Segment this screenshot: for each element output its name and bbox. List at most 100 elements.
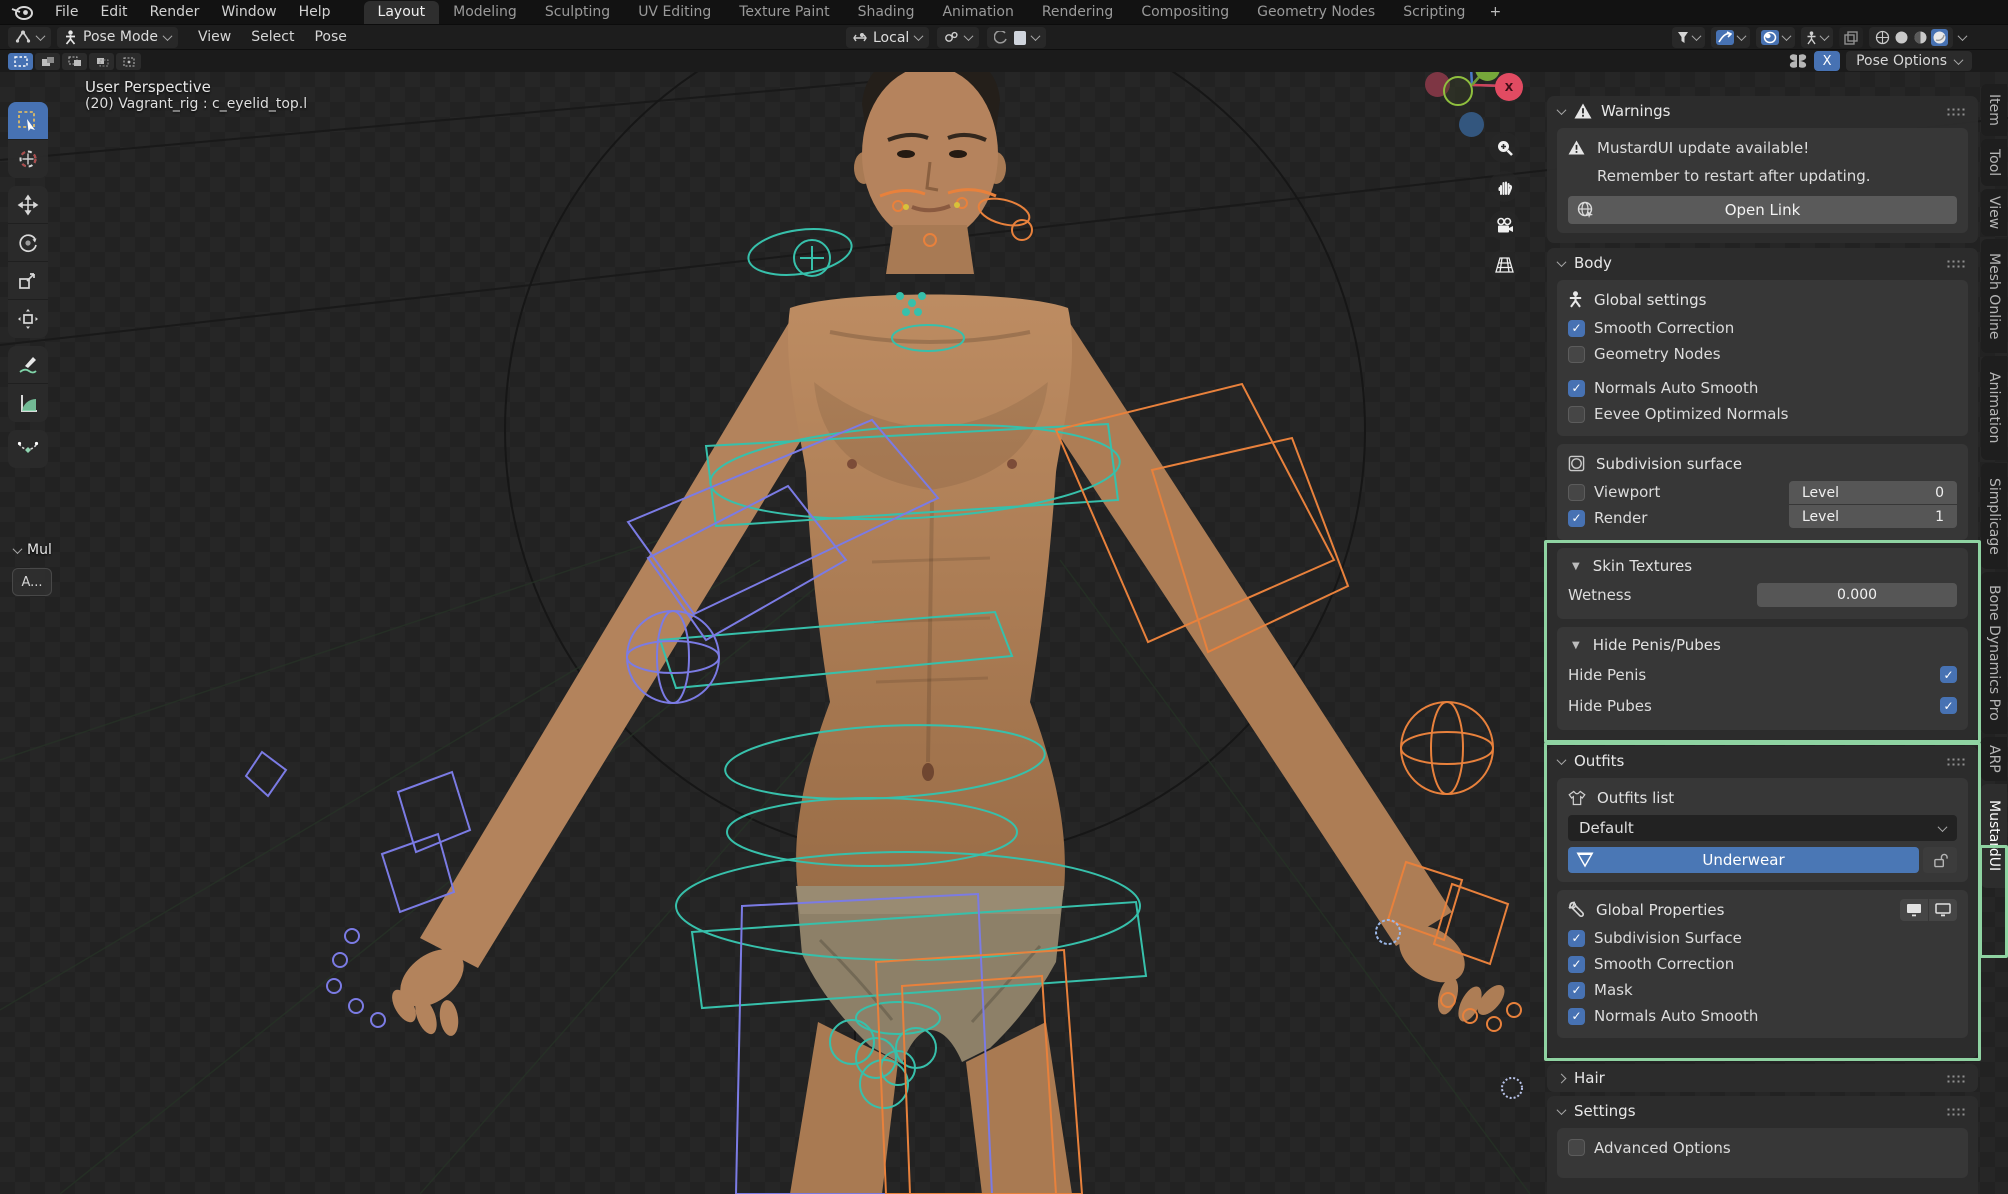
visibility-filter-dropdown[interactable] xyxy=(1672,27,1705,48)
workspace-tab-animation[interactable]: Animation xyxy=(928,1,1027,24)
pose-options-dropdown[interactable]: Pose Options xyxy=(1846,51,1972,71)
zoom-icon[interactable] xyxy=(1489,132,1520,163)
select-mode-invert-button[interactable] xyxy=(89,53,114,70)
tool-pose-breakdowner[interactable] xyxy=(8,430,48,468)
pan-hand-icon[interactable] xyxy=(1489,171,1520,202)
open-link-button[interactable]: Open Link xyxy=(1568,196,1957,224)
add-workspace-button[interactable]: + xyxy=(1479,1,1511,24)
outfit-select-dropdown[interactable]: Default xyxy=(1568,815,1957,841)
sidebar-tab-bone-dynamics-pro[interactable]: Bone Dynamics Pro xyxy=(1981,572,2007,734)
gizmo-minus-y-axis[interactable] xyxy=(1443,76,1473,106)
workspace-tab-scripting[interactable]: Scripting xyxy=(1389,1,1479,24)
menu-view[interactable]: View xyxy=(188,27,241,47)
transform-orientation-dropdown[interactable]: Local xyxy=(846,27,929,48)
select-mode-new-button[interactable] xyxy=(8,53,33,70)
sidebar-tab-animation[interactable]: Animation xyxy=(1981,356,2007,460)
checkbox-hide-pubes[interactable]: ✓ xyxy=(1940,697,1957,714)
panel-warnings-header[interactable]: Warnings xyxy=(1547,96,1978,126)
sidebar-tab-tool[interactable]: Tool xyxy=(1981,139,2007,186)
workspace-tab-rendering[interactable]: Rendering xyxy=(1028,1,1128,24)
outfit-lock-button[interactable] xyxy=(1923,847,1957,873)
workspace-tab-shading[interactable]: Shading xyxy=(844,1,929,24)
tool-cursor[interactable] xyxy=(8,140,48,178)
shading-material-button[interactable] xyxy=(1912,29,1929,46)
hide-subpanel-header[interactable]: ▼ Hide Penis/Pubes xyxy=(1568,631,1957,659)
shading-wireframe-button[interactable] xyxy=(1874,29,1891,46)
panel-drag-grip[interactable] xyxy=(1946,259,1967,268)
sidebar-tab-mesh-online[interactable]: Mesh Online xyxy=(1981,239,2007,353)
menu-window[interactable]: Window xyxy=(210,2,287,22)
checkbox-gp-normals-auto-smooth[interactable]: ✓ xyxy=(1568,1008,1585,1025)
render-monitor-icon[interactable] xyxy=(1929,899,1957,921)
wetness-value-field[interactable]: 0.000 xyxy=(1757,583,1957,607)
editor-type-button[interactable] xyxy=(8,27,51,48)
panel-outfits-header[interactable]: Outfits xyxy=(1547,746,1978,776)
sidebar-tab-item[interactable]: Item xyxy=(1981,84,2007,136)
tool-transform[interactable] xyxy=(8,300,48,338)
mirror-x-toggle[interactable]: X xyxy=(1814,51,1840,71)
select-mode-intersect-button[interactable] xyxy=(116,53,141,70)
gizmo-x-axis[interactable]: X xyxy=(1495,73,1523,101)
checkbox-subdiv-viewport[interactable] xyxy=(1568,484,1585,501)
subdiv-render-level-field[interactable]: Level 1 xyxy=(1789,505,1957,528)
sidebar-tab-view[interactable]: View xyxy=(1981,189,2007,236)
tool-scale[interactable] xyxy=(8,262,48,300)
sidebar-tab-mustardui[interactable]: MustardUI xyxy=(1981,784,2007,888)
tool-annotate[interactable] xyxy=(8,346,48,384)
checkbox-subdiv-render[interactable]: ✓ xyxy=(1568,510,1585,527)
panel-drag-grip[interactable] xyxy=(1946,107,1967,116)
menu-file[interactable]: File xyxy=(44,2,89,22)
workspace-tab-compositing[interactable]: Compositing xyxy=(1127,1,1243,24)
operator-panel-header[interactable]: Mul xyxy=(14,542,52,558)
workspace-tab-modeling[interactable]: Modeling xyxy=(439,1,531,24)
panel-drag-grip[interactable] xyxy=(1946,757,1967,766)
sidebar-tab-simplicage[interactable]: Simplicage xyxy=(1981,463,2007,569)
checkbox-smooth-correction[interactable]: ✓ xyxy=(1568,320,1585,337)
panel-settings-header[interactable]: Settings xyxy=(1547,1096,1978,1126)
workspace-tab-uv-editing[interactable]: UV Editing xyxy=(624,1,725,24)
checkbox-normals-auto-smooth[interactable]: ✓ xyxy=(1568,380,1585,397)
checkbox-advanced-options[interactable] xyxy=(1568,1139,1585,1156)
checkbox-gp-mask[interactable]: ✓ xyxy=(1568,982,1585,999)
menu-help[interactable]: Help xyxy=(288,2,342,22)
overlays-toggle[interactable] xyxy=(1756,27,1795,48)
menu-edit[interactable]: Edit xyxy=(89,2,138,22)
checkbox-eevee-optimized-normals[interactable] xyxy=(1568,406,1585,423)
select-mode-subtract-button[interactable] xyxy=(62,53,87,70)
tool-rotate[interactable] xyxy=(8,224,48,262)
mode-selector[interactable]: Pose Mode xyxy=(57,27,178,48)
workspace-tab-texture-paint[interactable]: Texture Paint xyxy=(725,1,843,24)
menu-pose[interactable]: Pose xyxy=(304,27,356,47)
sidebar-tab-arp[interactable]: ARP xyxy=(1981,737,2007,781)
gizmos-toggle[interactable] xyxy=(1711,27,1750,48)
outfit-underwear-button[interactable]: Underwear xyxy=(1568,847,1919,873)
shading-options-chevron[interactable] xyxy=(1958,31,1968,41)
perspective-grid-icon[interactable] xyxy=(1489,249,1520,280)
select-mode-extend-button[interactable] xyxy=(35,53,60,70)
shading-solid-button[interactable] xyxy=(1893,29,1910,46)
checkbox-gp-smooth-correction[interactable]: ✓ xyxy=(1568,956,1585,973)
checkbox-hide-penis[interactable]: ✓ xyxy=(1940,666,1957,683)
snapping-dropdown[interactable] xyxy=(937,27,979,48)
viewport-monitor-icon[interactable] xyxy=(1900,899,1928,921)
tool-measure[interactable] xyxy=(8,384,48,422)
workspace-tab-layout[interactable]: Layout xyxy=(364,1,440,24)
shading-rendered-button[interactable] xyxy=(1931,29,1948,46)
menu-render[interactable]: Render xyxy=(139,2,211,22)
operator-redo-button[interactable]: A... xyxy=(12,568,52,596)
blender-logo-icon[interactable] xyxy=(10,3,36,21)
panel-drag-grip[interactable] xyxy=(1946,1107,1967,1116)
menu-select[interactable]: Select xyxy=(241,27,304,47)
checkbox-geometry-nodes[interactable] xyxy=(1568,346,1585,363)
proportional-editing-dropdown[interactable] xyxy=(987,27,1046,48)
tool-select-box[interactable] xyxy=(8,102,48,140)
gizmo-minus-z-axis[interactable] xyxy=(1459,112,1484,137)
workspace-tab-geometry-nodes[interactable]: Geometry Nodes xyxy=(1243,1,1389,24)
tool-move[interactable] xyxy=(8,186,48,224)
workspace-tab-sculpting[interactable]: Sculpting xyxy=(531,1,624,24)
camera-view-icon[interactable] xyxy=(1489,210,1520,241)
panel-drag-grip[interactable] xyxy=(1946,1074,1967,1083)
subdiv-viewport-level-field[interactable]: Level 0 xyxy=(1789,481,1957,504)
checkbox-gp-subdivision-surface[interactable]: ✓ xyxy=(1568,930,1585,947)
panel-hair-header[interactable]: Hair xyxy=(1547,1064,1978,1092)
